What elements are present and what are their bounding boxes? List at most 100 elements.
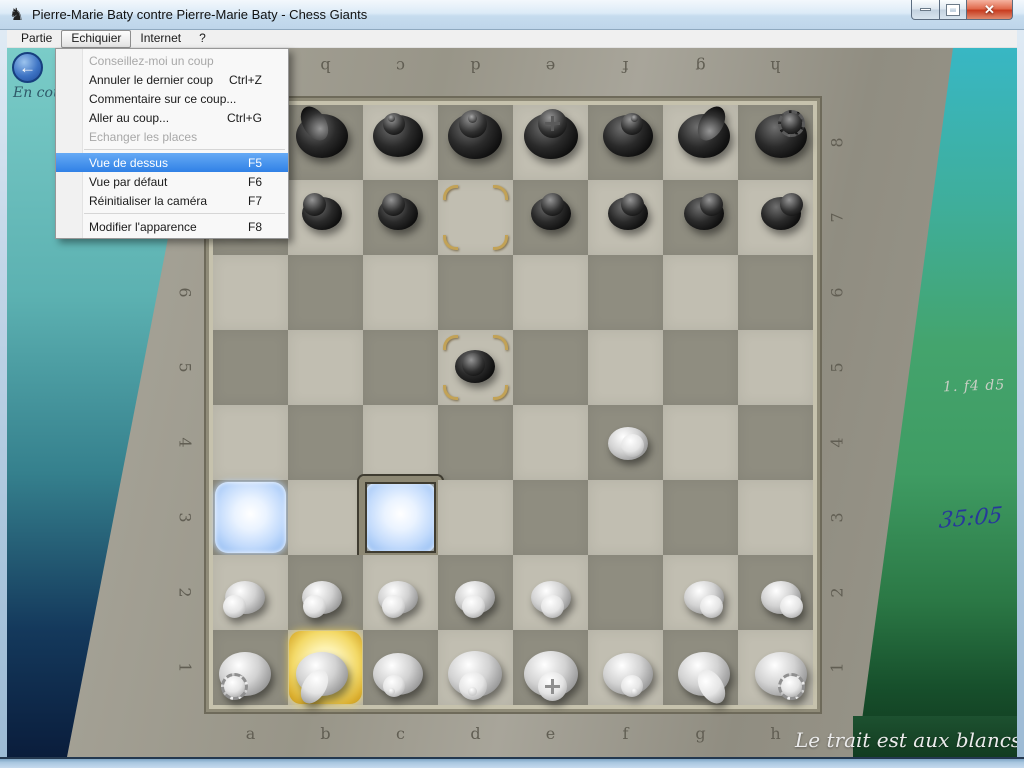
square-h6[interactable] [738,255,813,330]
piece-white-pawn-h2[interactable] [738,555,813,630]
menubar-item-item[interactable]: ? [190,30,215,48]
menu-item-label: Commentaire sur ce coup... [89,92,236,106]
piece-black-pawn-d5[interactable] [438,330,513,405]
piece-black-knight-g8[interactable] [663,105,738,180]
menu-item-vue-de-dessus[interactable]: Vue de dessusF5 [56,153,288,172]
square-c3[interactable] [363,480,438,555]
square-b4[interactable] [288,405,363,480]
menubar-item-internet[interactable]: Internet [131,30,190,48]
menu-item-label: Annuler le dernier coup [89,73,213,87]
king-cross-icon [545,685,560,688]
square-b3[interactable] [288,480,363,555]
piece-black-pawn-e7[interactable] [513,180,588,255]
square-g3[interactable] [663,480,738,555]
piece-white-pawn-g2[interactable] [663,555,738,630]
maximize-button[interactable] [940,0,967,20]
piece-black-pawn-h7[interactable] [738,180,813,255]
menubar-item-echiquier[interactable]: Echiquier [61,30,131,48]
piece-black-king-e8[interactable] [513,105,588,180]
square-f6[interactable] [588,255,663,330]
pawn-head [462,353,485,376]
square-d4[interactable] [438,405,513,480]
square-a4[interactable] [213,405,288,480]
piece-black-pawn-c7[interactable] [363,180,438,255]
menu-item-modifier-l-apparence[interactable]: Modifier l'apparenceF8 [56,217,288,236]
piece-white-pawn-d2[interactable] [438,555,513,630]
square-f3[interactable] [588,480,663,555]
square-f5[interactable] [588,330,663,405]
menubar-item-partie[interactable]: Partie [12,30,61,48]
square-f2[interactable] [588,555,663,630]
piece-black-knight-b8[interactable] [288,105,363,180]
piece-white-bishop-c1[interactable] [363,630,438,705]
menu-item-commentaire-sur-ce-coup[interactable]: Commentaire sur ce coup... [56,89,288,108]
piece-black-pawn-g7[interactable] [663,180,738,255]
piece-white-rook-h1[interactable] [738,630,813,705]
file-labels-bottom: abcdefgh [213,724,813,744]
piece-white-pawn-c2[interactable] [363,555,438,630]
square-a6[interactable] [213,255,288,330]
square-e5[interactable] [513,330,588,405]
menu-item-r-initialiser-la-cam-ra[interactable]: Réinitialiser la caméraF7 [56,191,288,210]
piece-black-queen-d8[interactable] [438,105,513,180]
square-e6[interactable] [513,255,588,330]
square-d3[interactable] [438,480,513,555]
piece-black-pawn-f7[interactable] [588,180,663,255]
rank-labels-right: 87654321 [827,105,847,705]
menu-item-echanger-les-places: Echanger les places [56,127,288,146]
square-h4[interactable] [738,405,813,480]
square-e4[interactable] [513,405,588,480]
piece-white-king-e1[interactable] [513,630,588,705]
menu-item-aller-au-coup[interactable]: Aller au coup...Ctrl+G [56,108,288,127]
menu-item-annuler-le-dernier-coup[interactable]: Annuler le dernier coupCtrl+Z [56,70,288,89]
square-c6[interactable] [363,255,438,330]
piece-white-pawn-f4[interactable] [588,405,663,480]
pawn-head [621,193,644,216]
hovered-move-frame [359,476,442,559]
file-labels-top: abcdefgh [213,56,813,76]
piece-black-rook-h8[interactable] [738,105,813,180]
piece-white-knight-g1[interactable] [663,630,738,705]
piece-white-pawn-a2[interactable] [213,555,288,630]
piece-black-pawn-b7[interactable] [288,180,363,255]
rank-label-left-1: 1 [148,658,223,678]
menu-item-shortcut: Ctrl+G [227,111,262,125]
menu-item-label: Conseillez-moi un coup [89,54,214,68]
back-button[interactable]: ← [12,52,43,83]
pawn-head [780,595,803,618]
square-g6[interactable] [663,255,738,330]
square-a5[interactable] [213,330,288,405]
app-icon: ♞ [9,5,24,25]
bishop-tip [631,688,638,695]
square-c5[interactable] [363,330,438,405]
square-d7[interactable] [438,180,513,255]
chess-board[interactable] [213,105,813,705]
square-d6[interactable] [438,255,513,330]
last-move-corner-marker [443,235,458,250]
minimize-button[interactable] [911,0,940,20]
square-e3[interactable] [513,480,588,555]
menu-item-vue-par-d-faut[interactable]: Vue par défautF6 [56,172,288,191]
piece-white-pawn-b2[interactable] [288,555,363,630]
piece-black-bishop-c8[interactable] [363,105,438,180]
piece-white-pawn-e2[interactable] [513,555,588,630]
square-b5[interactable] [288,330,363,405]
square-a3[interactable] [213,480,288,555]
square-g5[interactable] [663,330,738,405]
close-button[interactable]: ✕ [967,0,1013,20]
piece-white-queen-d1[interactable] [438,630,513,705]
file-label-bottom-f: f [588,724,663,744]
square-h5[interactable] [738,330,813,405]
file-label-top-c: c [363,56,438,76]
piece-white-rook-a1[interactable] [213,630,288,705]
pawn-head [462,595,485,618]
application-window: ♞ Pierre-Marie Baty contre Pierre-Marie … [0,0,1024,768]
piece-white-knight-b1[interactable] [288,630,363,705]
piece-black-bishop-f8[interactable] [588,105,663,180]
last-move-corner-marker [493,235,508,250]
square-c4[interactable] [363,405,438,480]
square-b6[interactable] [288,255,363,330]
piece-white-bishop-f1[interactable] [588,630,663,705]
square-h3[interactable] [738,480,813,555]
square-g4[interactable] [663,405,738,480]
